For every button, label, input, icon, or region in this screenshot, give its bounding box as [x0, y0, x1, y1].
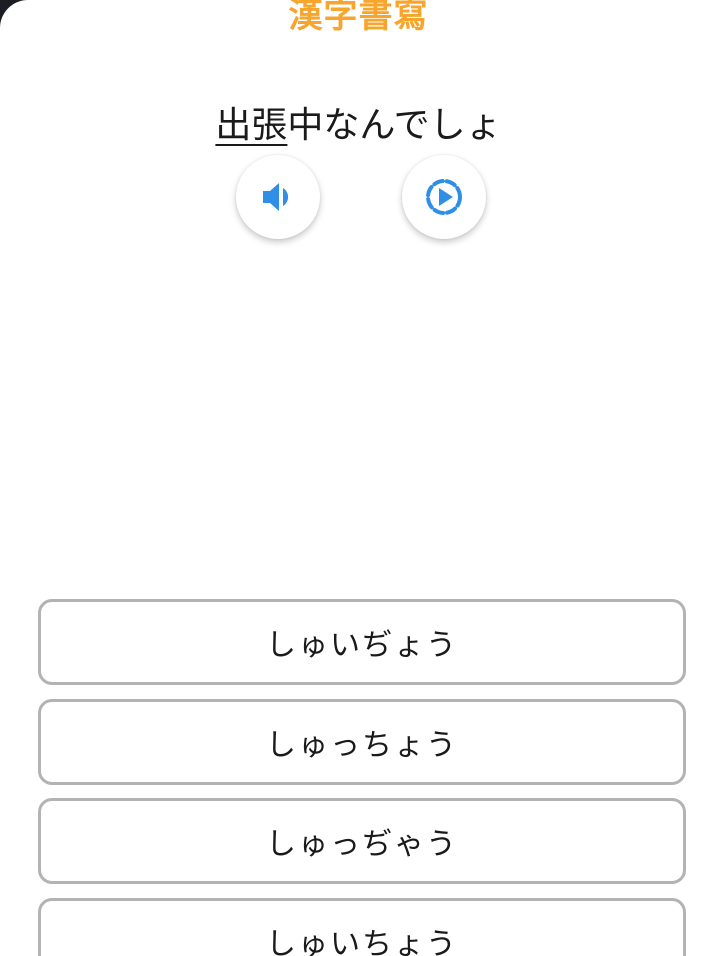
answer-option-label: しゅっぢゃう — [266, 827, 458, 862]
question-sentence: 出張中なんでしょ — [0, 100, 717, 152]
answer-option-4[interactable]: しゅいちょう — [38, 898, 686, 956]
slow-play-icon — [422, 175, 466, 219]
sentence-rest: 中なんでしょ — [287, 105, 502, 146]
play-audio-button[interactable] — [236, 155, 320, 239]
answer-option-label: しゅいぢょう — [266, 628, 458, 663]
app-screen: 漢字書寫 出張中なんでしょ しゅいぢょう しゅっちょう しゅっぢゃう しゅいちょ… — [0, 0, 717, 956]
answer-option-1[interactable]: しゅいぢょう — [38, 599, 686, 685]
answer-option-3[interactable]: しゅっぢゃう — [38, 798, 686, 884]
answer-option-2[interactable]: しゅっちょう — [38, 699, 686, 785]
speaker-icon — [258, 177, 298, 217]
page-title: 漢字書寫 — [288, 0, 429, 36]
answer-option-label: しゅいちょう — [266, 927, 458, 956]
play-slow-audio-button[interactable] — [402, 155, 486, 239]
target-word: 出張 — [215, 105, 288, 146]
answer-option-label: しゅっちょう — [266, 728, 458, 763]
